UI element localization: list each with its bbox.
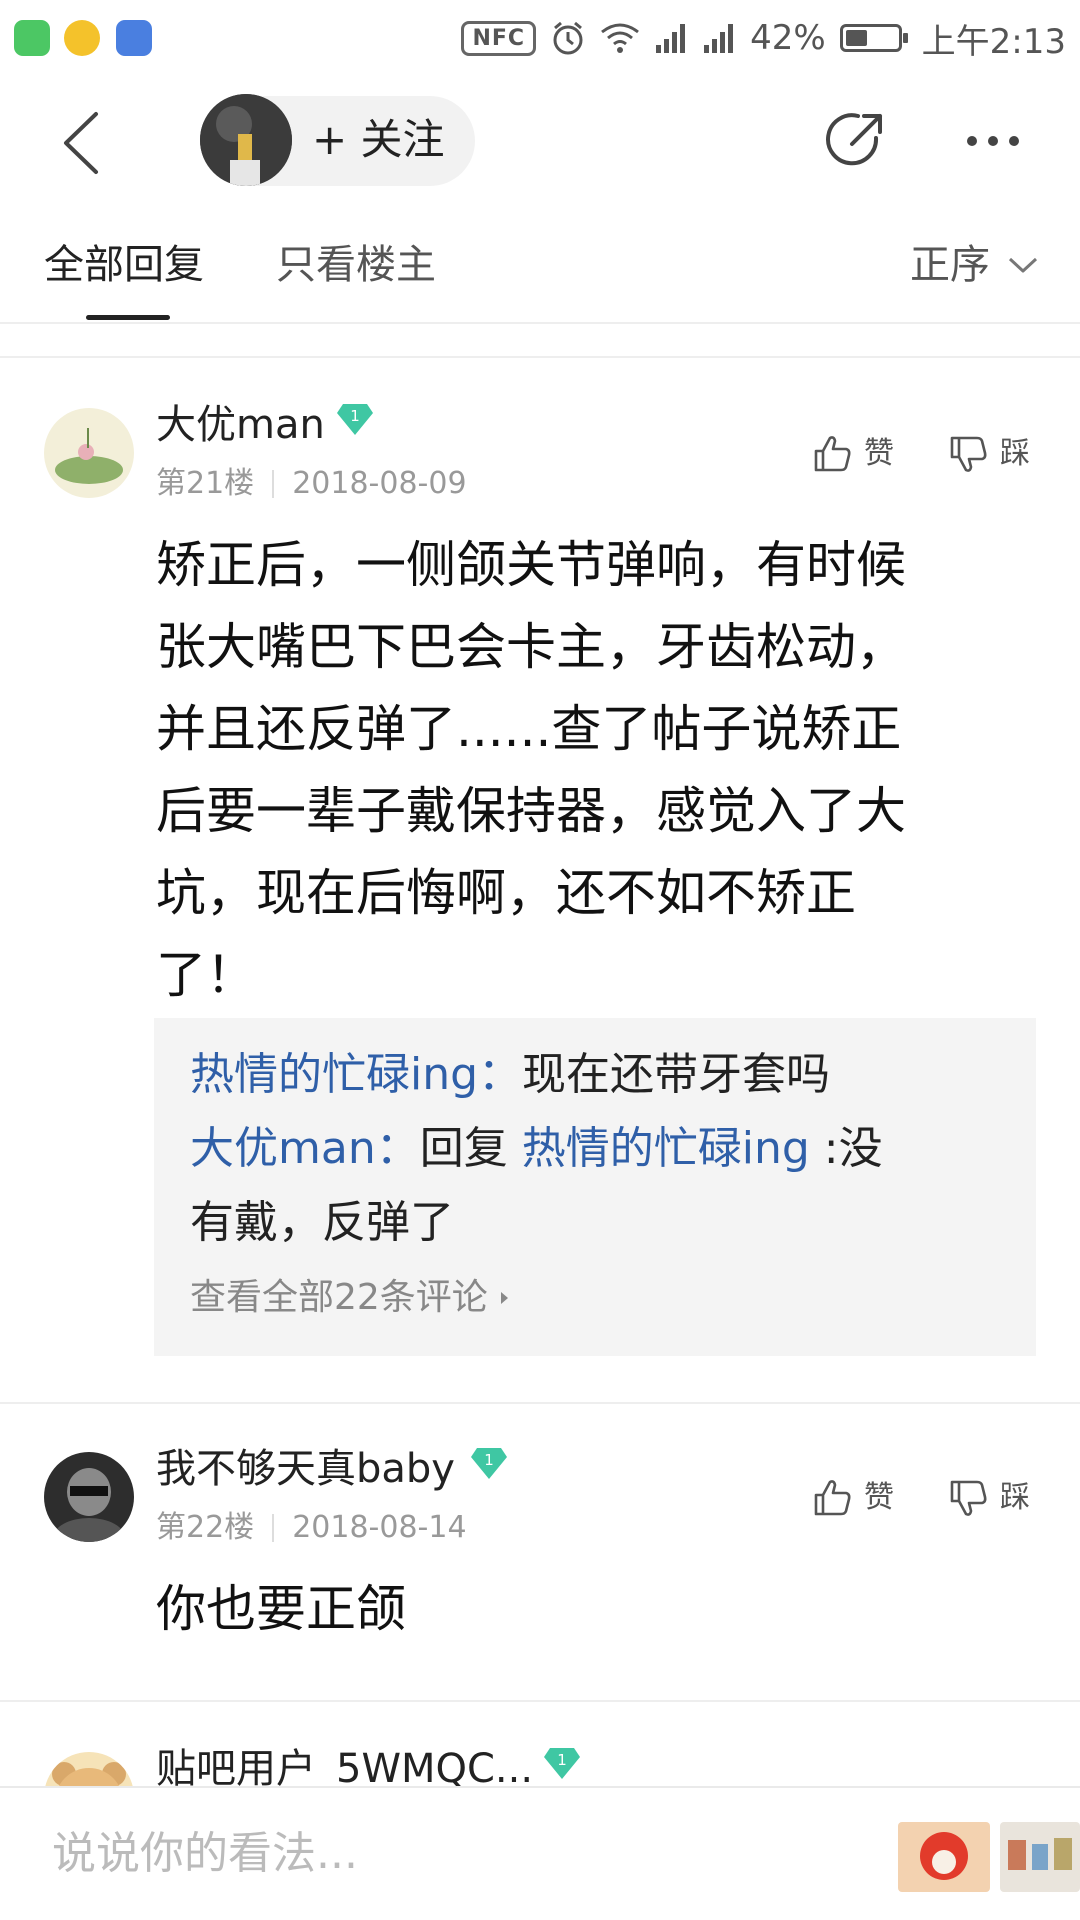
- content-line: 后要一辈子戴保持器，感觉入了大: [156, 782, 906, 840]
- username[interactable]: 大优man: [156, 398, 325, 452]
- nfc-indicator: NFC: [461, 20, 537, 56]
- author-avatar[interactable]: [200, 94, 292, 186]
- image-thumbnail[interactable]: [1000, 1822, 1080, 1892]
- post-partial: 贴吧用户_5WMQC... 1: [0, 1702, 1080, 1786]
- thumbs-down-icon: [950, 436, 987, 472]
- sub-reply-text: :没: [809, 1123, 883, 1174]
- content-line: 矫正后，一侧颌关节弹响，有时候: [156, 536, 906, 594]
- level-number: 1: [557, 1751, 567, 1769]
- post-meta: 第22楼 2018-08-14: [156, 1508, 467, 1548]
- wechat-app-icon: [14, 20, 50, 56]
- alarm-icon: [553, 21, 583, 55]
- qq-app-icon: [64, 20, 100, 56]
- like-button[interactable]: 赞: [812, 434, 894, 474]
- sub-reply-continuation: 有戴，反弹了: [190, 1197, 454, 1248]
- view-all-comments-link[interactable]: 查看全部22条评论: [190, 1268, 510, 1328]
- post-meta: 第21楼 2018-08-09: [156, 464, 467, 504]
- diamond-badge-icon: 1: [471, 1448, 507, 1479]
- sub-reply-target[interactable]: 热情的忙碌ing: [522, 1123, 810, 1174]
- more-icon: [967, 136, 1019, 146]
- diamond-badge-icon: 1: [337, 404, 373, 435]
- browser-app-icon: [116, 20, 152, 56]
- like-label: 赞: [864, 1480, 894, 1515]
- post-divider: [0, 1402, 1080, 1404]
- back-arrow-icon: [64, 112, 98, 174]
- floor-number: 第21楼: [156, 466, 255, 501]
- follow-label[interactable]: + 关注: [312, 112, 445, 168]
- tab-all-replies[interactable]: 全部回复: [44, 238, 204, 292]
- thumbs-up-icon: [814, 436, 851, 472]
- like-button[interactable]: 赞: [812, 1478, 894, 1518]
- username[interactable]: 我不够天真baby: [156, 1442, 455, 1496]
- chevron-down-icon: [1008, 257, 1038, 273]
- battery-icon: [839, 24, 908, 52]
- level-number: 1: [350, 407, 360, 425]
- post-content: 你也要正颌: [156, 1580, 406, 1638]
- sort-label: 正序: [910, 242, 990, 288]
- sub-reply-user[interactable]: 热情的忙碌ing：: [190, 1049, 522, 1100]
- avatar[interactable]: [44, 1752, 134, 1786]
- sub-reply[interactable]: 大优man：回复 热情的忙碌ing :没: [190, 1112, 1010, 1186]
- dislike-label: 踩: [1000, 436, 1030, 471]
- content-line: 坑，现在后悔啊，还不如不矫正: [156, 864, 856, 922]
- sort-dropdown[interactable]: 正序: [910, 238, 1038, 292]
- post-date: 2018-08-09: [292, 466, 467, 501]
- floor-number: 第22楼: [156, 1510, 255, 1545]
- view-all-label: 查看全部22条评论: [190, 1277, 488, 1318]
- wifi-icon: [601, 23, 639, 53]
- thumbs-up-icon: [814, 1480, 851, 1516]
- tabs-divider: [0, 322, 1080, 324]
- signal-icon-sim1: [656, 24, 686, 53]
- content-line: 了！: [156, 946, 256, 1004]
- username[interactable]: 贴吧用户_5WMQC...: [156, 1742, 533, 1786]
- like-label: 赞: [864, 436, 894, 471]
- sub-reply-text: 现在还带牙套吗: [522, 1049, 831, 1100]
- sticker-thumbnail[interactable]: [898, 1822, 990, 1892]
- tab-op-only[interactable]: 只看楼主: [276, 238, 436, 292]
- caret-right-icon: [500, 1292, 508, 1304]
- dislike-button[interactable]: 踩: [948, 434, 1030, 474]
- thumbs-down-icon: [950, 1480, 987, 1516]
- signal-icon-sim2: [704, 24, 734, 53]
- status-bar: NFC 42% 上午2:13: [0, 0, 1080, 76]
- comment-input[interactable]: 说说你的看法...: [52, 1826, 872, 1882]
- battery-percent: 42%: [750, 18, 826, 58]
- avatar[interactable]: [44, 408, 134, 498]
- sub-reply[interactable]: 热情的忙碌ing：现在还带牙套吗: [190, 1038, 1010, 1112]
- clock: 上午2:13: [921, 21, 1066, 62]
- more-button[interactable]: [962, 126, 1026, 156]
- sub-reply-user[interactable]: 大优man：: [190, 1123, 420, 1174]
- share-icon: [826, 113, 882, 166]
- post-date: 2018-08-14: [292, 1510, 467, 1545]
- content-line: 并且还反弹了......查了帖子说矫正: [156, 700, 902, 758]
- back-button[interactable]: [56, 108, 106, 178]
- active-tab-indicator: [86, 315, 170, 320]
- sub-reply-prefix: 回复: [419, 1123, 522, 1174]
- content-line: 张大嘴巴下巴会卡主，牙齿松动，: [156, 618, 906, 676]
- share-button[interactable]: [824, 108, 888, 172]
- level-number: 1: [484, 1451, 494, 1469]
- post-content: 矫正后，一侧颌关节弹响，有时候 张大嘴巴下巴会卡主，牙齿松动， 并且还反弹了..…: [156, 524, 1016, 1016]
- diamond-badge-icon: 1: [544, 1748, 580, 1779]
- dislike-label: 踩: [1000, 1480, 1030, 1515]
- avatar[interactable]: [44, 1452, 134, 1542]
- section-divider: [0, 356, 1080, 358]
- dislike-button[interactable]: 踩: [948, 1478, 1030, 1518]
